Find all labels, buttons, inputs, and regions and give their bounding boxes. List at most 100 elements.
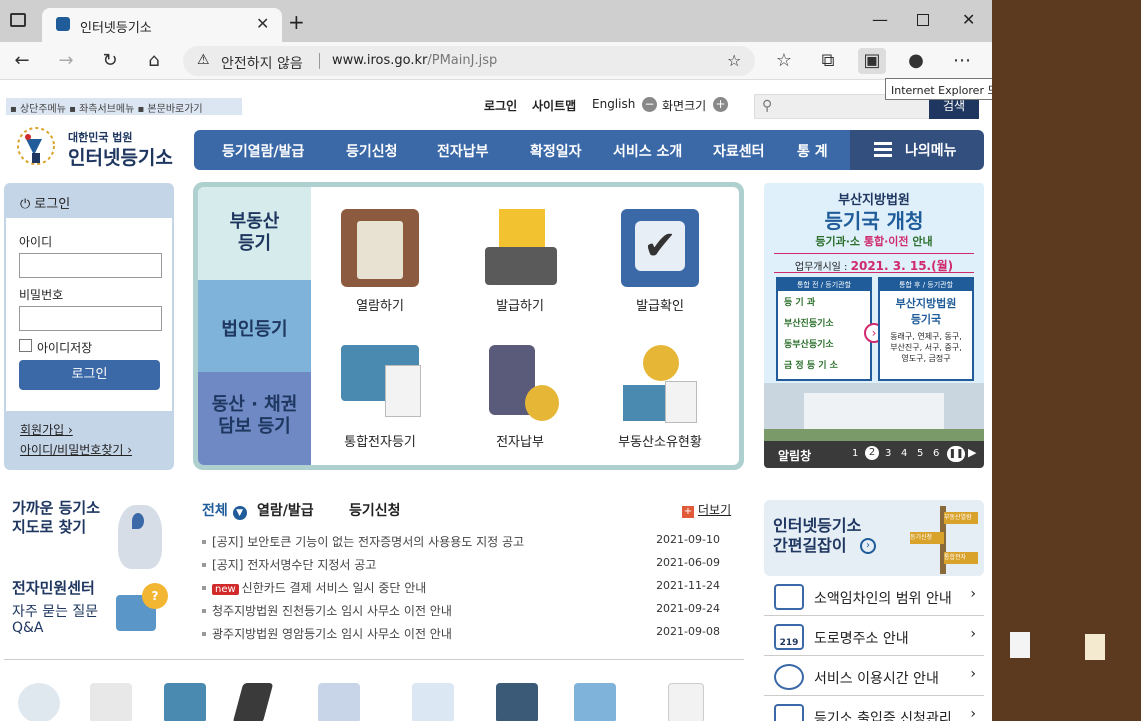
sitemap-link[interactable]: 사이트맵 [532,97,576,114]
nav-data-center[interactable]: 자료센터 [713,141,765,161]
login-panel: ⏻ 로그인 아이디 비밀번호 아이디저장 로그인 회원가입 › 아이디/비밀번호찾… [4,183,174,470]
zoom-out-icon[interactable]: − [642,97,657,112]
more-link[interactable]: + 더보기 [682,501,731,518]
login-footer: 회원가입 › 아이디/비밀번호찾기 › [6,411,172,468]
banner-page-3[interactable]: 3 [885,448,891,459]
desktop-file-icon[interactable] [1085,634,1105,660]
faq-link[interactable]: 자주 묻는 질문 Q&A [12,604,98,636]
e-civil-center-link[interactable]: 전자민원센터 [12,579,95,598]
news-tab-apply[interactable]: 등기신청 [349,500,401,520]
road-number: 219 [779,638,799,648]
address-bar[interactable]: ⚠ 안전하지 않음 www.iros.go.kr/PMainJ.jsp ☆ [183,46,755,76]
banner-page-5[interactable]: 5 [917,448,923,459]
join-link[interactable]: 회원가입 › [20,421,73,438]
zoom-in-icon[interactable]: + [713,97,728,112]
close-tab-icon[interactable]: ✕ [256,14,269,33]
nav-registry-view[interactable]: 등기열람/발급 [222,141,304,161]
tab-bar: 인터넷등기소 ✕ + — ✕ [0,0,992,42]
category-real-estate[interactable]: 부동산 등기 [198,187,311,280]
find-account-text: 아이디/비밀번호찾기 [20,443,124,457]
minimize-icon[interactable]: — [872,10,888,29]
url-path: /PMainJ.jsp [427,53,498,68]
notice-banner[interactable]: 부산지방법원 등기국 개청 등기과·소 통합·이전 안내 업무개시일 : 202… [764,183,984,468]
find-account-link[interactable]: 아이디/비밀번호찾기 › [20,441,132,458]
help-book-icon[interactable] [496,683,538,721]
news-row[interactable]: 청주지방법원 진천등기소 임시 사무소 이전 안내 2021-09-24 [202,602,732,622]
nav-statistics[interactable]: 통 계 [797,141,828,161]
nav-fixed-date[interactable]: 확정일자 [530,141,582,161]
banner-page-1[interactable]: 1 [852,448,858,459]
news-row[interactable]: [공지] 전자서명수단 지정서 공고 2021-06-09 [202,556,732,576]
site-logo[interactable]: 대한민국 법원 인터넷등기소 [12,121,182,169]
password-field[interactable] [19,306,162,331]
banner-next-icon[interactable]: ▶ [968,446,976,459]
tab-actions-icon[interactable] [10,13,26,27]
service-panel-inner: 부동산 등기 법인등기 동산 · 채권 담보 등기 열람하기 발급하기 ✔ 발급… [198,187,739,465]
news-row[interactable]: [공지] 보안토큰 기능이 없는 전자증명서의 사용용도 지정 공고 2021-0… [202,533,732,553]
receipt-icon[interactable] [668,683,704,721]
news-tab-all[interactable]: 전체 ▼ [202,500,247,520]
service-ownership[interactable]: 부동산소유현황 [600,345,720,450]
service-epay[interactable]: 전자납부 [460,345,580,450]
newspaper-icon[interactable] [90,683,132,721]
english-link[interactable]: English [592,97,635,111]
tab-title: 인터넷등기소 [80,21,152,36]
category-movables[interactable]: 동산 · 채권 담보 등기 [198,372,311,465]
magnifier-icon[interactable] [18,683,60,721]
touch-screen-icon[interactable] [574,683,616,721]
save-id-checkbox[interactable] [19,339,32,352]
quick-link-access-card[interactable]: 등기소 출입증 신청관리 › [764,698,984,721]
easy-guide-banner[interactable]: 인터넷등기소 간편길잡이 부동산열람 등기신청 통합전자 › [764,500,984,576]
banner-before-item: 동부산등기소 [784,340,834,350]
favorites-icon[interactable]: ☆ [770,48,798,74]
service-view[interactable]: 열람하기 [320,209,440,314]
warning-icon[interactable]: ⚠ [197,52,210,68]
forward-icon[interactable]: → [52,48,80,74]
profile-icon[interactable]: ● [902,48,930,74]
quick-link-service-hours[interactable]: 서비스 이용시간 안내 › [764,658,984,696]
check-icon: ✔ [621,209,699,287]
near-office-link[interactable]: 가까운 등기소 지도로 찾기 [12,499,100,537]
news-tab-view[interactable]: 열람/발급 [257,500,314,520]
news-row[interactable]: new 신한카드 결제 서비스 일시 중단 안내 2021-11-24 [202,579,732,599]
navigation-bar: ← → ↻ ⌂ ⚠ 안전하지 않음 www.iros.go.kr/PMainJ.… [0,42,992,80]
service-integrated[interactable]: 통합전자등기 [320,345,440,450]
back-icon[interactable]: ← [8,48,36,74]
desktop-file-icon[interactable] [1010,632,1030,658]
tab-active[interactable]: 인터넷등기소 ✕ [42,8,282,42]
login-button[interactable]: 로그인 [19,360,160,390]
close-window-icon[interactable]: ✕ [962,10,975,29]
news-tab-all-label: 전체 [202,503,228,519]
quick-link-road-address[interactable]: 219 도로명주소 안내 › [764,618,984,656]
home-icon[interactable]: ⌂ [140,48,168,74]
favorite-star-icon[interactable]: ☆ [727,51,741,70]
banner-page-4[interactable]: 4 [901,448,907,459]
maximize-icon[interactable] [917,14,929,26]
nav-registry-apply[interactable]: 등기신청 [346,141,398,161]
my-menu-button[interactable]: 나의메뉴 [850,130,984,170]
ie-mode-icon[interactable]: ▣ [858,48,886,74]
category-corporation[interactable]: 법인등기 [198,280,311,372]
banner-page-2[interactable]: 2 [865,446,879,460]
skip-links[interactable]: ▪ 상단주메뉴 ▪ 좌측서브메뉴 ▪ 본문바로가기 [6,98,242,115]
service-issue[interactable]: 발급하기 [460,209,580,314]
collections-icon[interactable]: ⧉ [814,48,842,74]
news-title: [공지] 보안토큰 기능이 없는 전자증명서의 사용용도 지정 공고 [212,535,525,549]
nav-e-payment[interactable]: 전자납부 [437,141,489,161]
id-field[interactable] [19,253,162,278]
header-login-link[interactable]: 로그인 [484,97,517,114]
banner-after-head: 통합 후 / 등기관할 [880,279,972,291]
service-verify[interactable]: ✔ 발급확인 [600,209,720,314]
pen-icon[interactable] [232,683,274,721]
quick-link-tenant[interactable]: 소액임차인의 범위 안내 › [764,578,984,616]
news-row[interactable]: 광주지방법원 영암등기소 임시 사무소 이전 안내 2021-09-08 [202,625,732,645]
nav-service-intro[interactable]: 서비스 소개 [613,141,682,161]
document-icon[interactable] [412,683,454,721]
browser-window-icon[interactable] [164,683,206,721]
new-tab-button[interactable]: + [288,10,305,34]
refresh-icon[interactable]: ↻ [96,48,124,74]
banner-page-6[interactable]: 6 [933,448,939,459]
more-icon[interactable]: ⋯ [948,48,976,74]
calendar-icon[interactable] [318,683,360,721]
banner-pause-icon[interactable]: ❚❚ [947,446,965,462]
